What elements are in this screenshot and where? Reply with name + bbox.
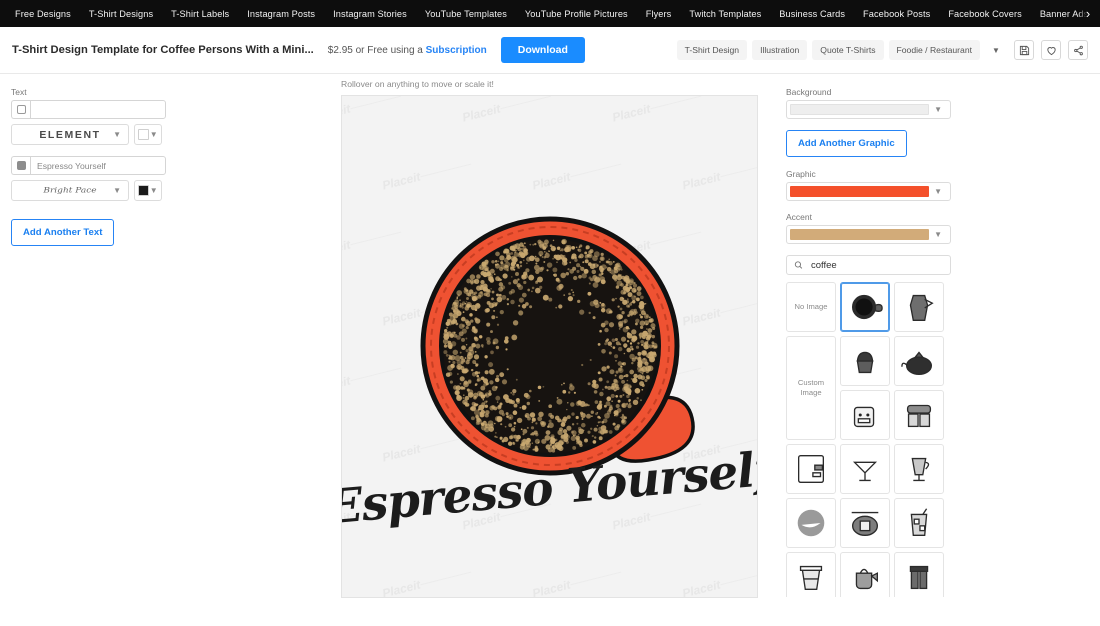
font-select[interactable]: ELEMENT ▼ bbox=[11, 124, 129, 145]
accent-color-swatch bbox=[790, 229, 929, 240]
canvas-area: Rollover on anything to move or scale it… bbox=[330, 74, 770, 625]
accent-label: Accent bbox=[786, 212, 812, 222]
floppy-disk-icon[interactable] bbox=[1014, 40, 1034, 60]
nav-item[interactable]: Facebook Covers bbox=[939, 9, 1031, 19]
page-title: T-Shirt Design Template for Coffee Perso… bbox=[12, 44, 314, 56]
text-visibility-checkbox[interactable] bbox=[11, 100, 30, 119]
tag-chip[interactable]: T-Shirt Design bbox=[676, 40, 748, 60]
font-name: ELEMENT bbox=[39, 128, 101, 141]
text-style-row: Bright Pace ▼ ▼ bbox=[11, 180, 318, 201]
text-input[interactable] bbox=[30, 156, 166, 175]
graphic-thumbnail[interactable] bbox=[894, 552, 944, 597]
chevron-down-icon: ▼ bbox=[934, 230, 942, 239]
heart-icon[interactable] bbox=[1041, 40, 1061, 60]
nav-item[interactable]: T-Shirt Labels bbox=[162, 9, 238, 19]
tag-chip[interactable]: Quote T-Shirts bbox=[812, 40, 884, 60]
design-canvas[interactable]: Placeit Placeit Placeit Placeit Placeit Place… bbox=[341, 95, 758, 598]
graphic-thumbnail[interactable] bbox=[786, 444, 836, 494]
font-name: Bright Pace bbox=[43, 186, 97, 195]
chevron-down-icon[interactable]: ▼ bbox=[985, 40, 1007, 60]
nav-item[interactable]: Flyers bbox=[637, 9, 681, 19]
graphic-search-box[interactable] bbox=[786, 255, 951, 275]
text-controls-panel: Text ELEMENT ▼ ▼ Bright Pace ▼ bbox=[0, 74, 330, 625]
graphic-thumbnail[interactable] bbox=[786, 498, 836, 548]
nav-item[interactable]: Business Cards bbox=[770, 9, 854, 19]
editor-main: Text ELEMENT ▼ ▼ Bright Pace ▼ bbox=[0, 74, 1100, 625]
graphic-thumbnail[interactable] bbox=[786, 552, 836, 597]
graphic-thumbnail[interactable] bbox=[894, 498, 944, 548]
title-bar-actions: T-Shirt Design Illustration Quote T-Shir… bbox=[676, 40, 1088, 60]
graphic-color-swatch bbox=[790, 186, 929, 197]
chevron-down-icon: ▼ bbox=[149, 186, 158, 195]
graphic-thumbnail[interactable] bbox=[840, 336, 890, 386]
subscription-link[interactable]: Subscription bbox=[426, 45, 487, 56]
background-select[interactable]: ▼ bbox=[786, 100, 951, 119]
graphic-thumbnail[interactable] bbox=[894, 336, 944, 386]
text-layer-row bbox=[11, 100, 318, 119]
graphic-thumbnail[interactable] bbox=[840, 390, 890, 440]
color-swatch bbox=[138, 129, 150, 140]
nav-item[interactable]: YouTube Templates bbox=[416, 9, 516, 19]
nav-item[interactable]: Instagram Posts bbox=[238, 9, 324, 19]
top-navigation-bar: Free Designs T-Shirt Designs T-Shirt Lab… bbox=[0, 0, 1100, 27]
graphic-thumbnail[interactable] bbox=[894, 390, 944, 440]
nav-item[interactable]: YouTube Profile Pictures bbox=[516, 9, 637, 19]
text-color-select[interactable]: ▼ bbox=[134, 124, 162, 145]
price-prefix: $2.95 or Free using a bbox=[327, 44, 426, 56]
graphic-color-select[interactable]: ▼ bbox=[786, 182, 951, 201]
chevron-down-icon: ▼ bbox=[934, 105, 942, 114]
background-label: Background bbox=[786, 87, 832, 97]
chevron-down-icon: ▼ bbox=[113, 130, 121, 139]
color-swatch bbox=[138, 185, 150, 196]
graphic-thumbnail[interactable] bbox=[840, 498, 890, 548]
text-section-label: Text bbox=[11, 87, 27, 97]
chevron-down-icon: ▼ bbox=[149, 130, 158, 139]
title-bar: T-Shirt Design Template for Coffee Perso… bbox=[0, 27, 1100, 74]
accent-color-select[interactable]: ▼ bbox=[786, 225, 951, 244]
nav-item[interactable]: Facebook Posts bbox=[854, 9, 939, 19]
tag-chip[interactable]: Foodie / Restaurant bbox=[888, 40, 980, 60]
share-icon[interactable] bbox=[1068, 40, 1088, 60]
text-input[interactable] bbox=[30, 100, 166, 119]
add-another-text-button[interactable]: Add Another Text bbox=[11, 219, 115, 246]
chevron-down-icon: ▼ bbox=[934, 187, 942, 196]
graphic-thumbnail-grid[interactable]: No Image Custom Image bbox=[786, 282, 951, 597]
cell-label: No Image bbox=[794, 301, 828, 311]
graphic-thumbnail[interactable] bbox=[840, 282, 890, 332]
graphic-thumbnail[interactable] bbox=[840, 444, 890, 494]
custom-image-cell[interactable]: Custom Image bbox=[786, 336, 836, 440]
graphic-thumbnail[interactable] bbox=[840, 552, 890, 597]
graphic-thumbnail[interactable] bbox=[894, 444, 944, 494]
no-image-cell[interactable]: No Image bbox=[786, 282, 836, 332]
price-text: $2.95 or Free using a Subscription bbox=[328, 45, 487, 56]
search-icon bbox=[794, 261, 803, 269]
graphic-controls-panel: Background ▼ Add Another Graphic Graphic… bbox=[770, 74, 1100, 625]
graphic-thumbnail[interactable] bbox=[894, 282, 944, 332]
cell-label: Custom Image bbox=[797, 377, 825, 397]
text-color-select[interactable]: ▼ bbox=[134, 180, 162, 201]
canvas-hint: Rollover on anything to move or scale it… bbox=[341, 79, 494, 89]
nav-item[interactable]: T-Shirt Designs bbox=[80, 9, 162, 19]
chevron-right-icon[interactable]: › bbox=[1078, 0, 1098, 27]
graphic-label: Graphic bbox=[786, 169, 816, 179]
download-button[interactable]: Download bbox=[500, 37, 585, 63]
nav-item[interactable]: Twitch Templates bbox=[680, 9, 770, 19]
search-input[interactable] bbox=[808, 258, 943, 272]
add-another-graphic-button[interactable]: Add Another Graphic bbox=[786, 130, 907, 157]
chevron-down-icon: ▼ bbox=[113, 186, 121, 195]
tag-chip[interactable]: Illustration bbox=[752, 40, 808, 60]
text-layer-row bbox=[11, 156, 318, 175]
nav-item[interactable]: Instagram Stories bbox=[324, 9, 416, 19]
text-style-row: ELEMENT ▼ ▼ bbox=[11, 124, 318, 145]
font-select[interactable]: Bright Pace ▼ bbox=[11, 180, 129, 201]
text-visibility-checkbox[interactable] bbox=[11, 156, 30, 175]
nav-item[interactable]: Free Designs bbox=[6, 9, 80, 19]
background-color-swatch bbox=[790, 104, 929, 115]
